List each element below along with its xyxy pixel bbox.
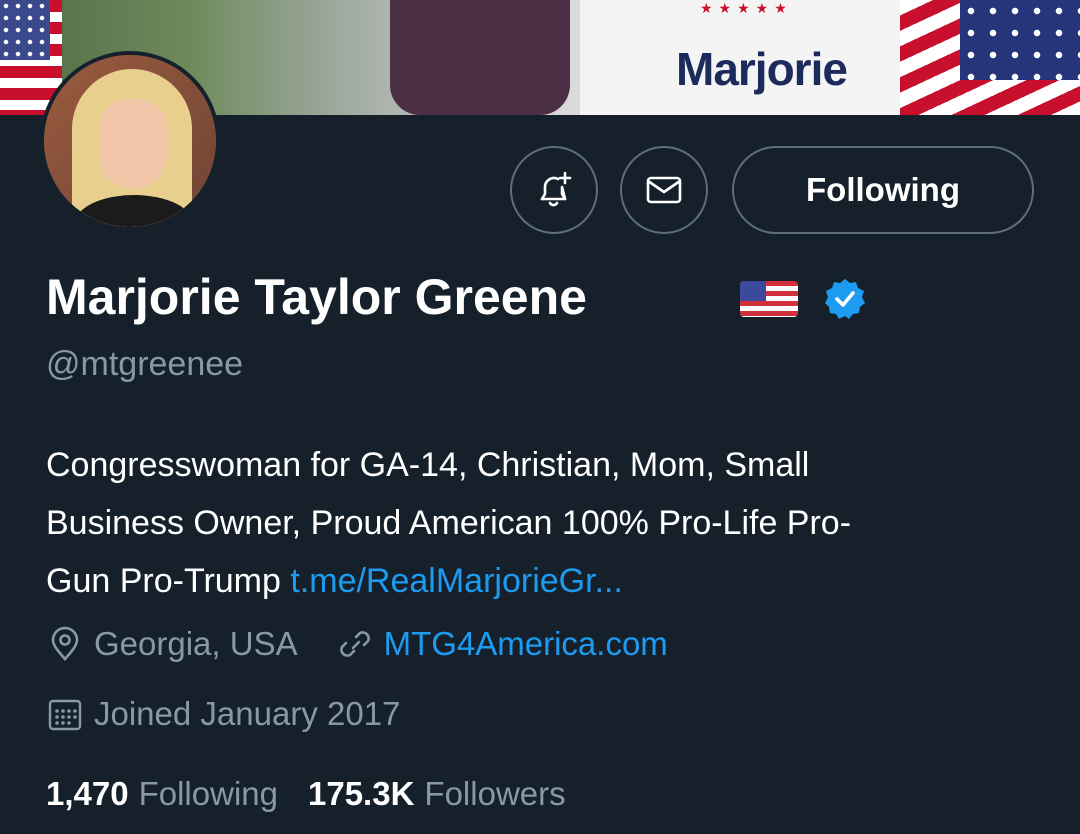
followers-count: 175.3K [308, 775, 415, 812]
followers-stat[interactable]: 175.3K Followers [308, 775, 566, 813]
following-button-label: Following [806, 171, 960, 208]
follow-stats: 1,470 Following 175.3K Followers [46, 775, 566, 813]
notifications-button[interactable] [510, 146, 598, 234]
following-label: Following [138, 775, 278, 812]
followers-label: Followers [424, 775, 566, 812]
banner-sign-stars: ★★★★★ [700, 0, 793, 16]
following-count: 1,470 [46, 775, 129, 812]
website-link[interactable]: MTG4America.com [384, 625, 668, 663]
link-icon [339, 631, 370, 657]
envelope-icon [646, 176, 682, 204]
us-flag-emoji [740, 281, 798, 317]
location-pin-icon [51, 626, 79, 661]
joined-row: Joined January 2017 [46, 695, 400, 733]
avatar[interactable] [40, 51, 220, 231]
bio-line-3: Gun Pro-Trump [46, 562, 291, 600]
following-stat[interactable]: 1,470 Following [46, 775, 278, 813]
bio: Congresswoman for GA-14, Christian, Mom,… [46, 436, 1046, 610]
banner-flag-right [900, 0, 1080, 115]
message-button[interactable] [620, 146, 708, 234]
following-button[interactable]: Following [732, 146, 1034, 234]
bell-plus-icon [540, 171, 572, 207]
banner-sign-text: Marjorie [676, 43, 848, 95]
profile-meta-row: Georgia, USA MTG4America.com [46, 625, 668, 663]
display-name: Marjorie Taylor Greene [46, 269, 587, 325]
bio-line-1: Congresswoman for GA-14, Christian, Mom,… [46, 446, 810, 484]
user-handle: @mtgreenee [46, 345, 244, 383]
verified-badge-icon [825, 279, 865, 319]
banner-person [390, 0, 570, 115]
joined-text: Joined January 2017 [94, 695, 401, 732]
calendar-icon [48, 699, 82, 731]
bio-telegram-link[interactable]: t.me/RealMarjorieGr... [290, 562, 623, 600]
bio-line-2: Business Owner, Proud American 100% Pro-… [46, 504, 852, 542]
location-text: Georgia, USA [94, 625, 298, 662]
